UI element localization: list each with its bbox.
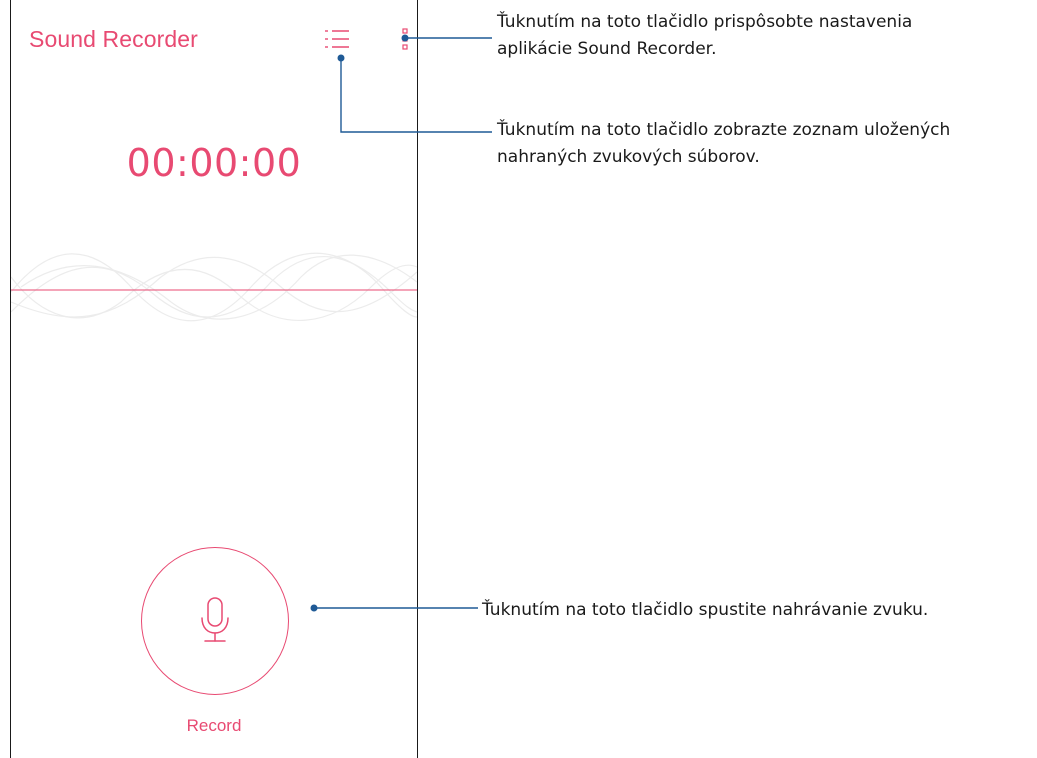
settings-callout-line2: aplikácie Sound Recorder. [497,39,717,59]
recordings-list-button[interactable] [325,29,349,49]
list-callout-line2: nahraných zvukových súborov. [497,147,760,167]
list-callout: Ťuknutím na toto tlačidlo zobrazte zozna… [497,117,1032,171]
settings-callout: Ťuknutím na toto tlačidlo prispôsobte na… [497,9,1017,63]
waveform-visualizer [11,252,417,322]
record-label: Record [186,716,242,735]
recording-timer: 00:00:00 [126,141,302,185]
microphone-icon [201,597,229,642]
app-title: Sound Recorder [29,26,198,52]
record-button[interactable] [141,547,289,695]
more-vert-icon [402,28,408,50]
list-callout-line1: Ťuknutím na toto tlačidlo zobrazte zozna… [497,120,951,140]
settings-menu-button[interactable] [402,28,410,50]
record-callout: Ťuknutím na toto tlačidlo spustite nahrá… [482,597,1027,624]
list-icon [325,30,349,48]
settings-callout-line1: Ťuknutím na toto tlačidlo prispôsobte na… [497,12,913,32]
phone-screen: Sound Recorder 00:00:00 Record [10,0,418,758]
record-callout-line1: Ťuknutím na toto tlačidlo spustite nahrá… [482,600,929,620]
